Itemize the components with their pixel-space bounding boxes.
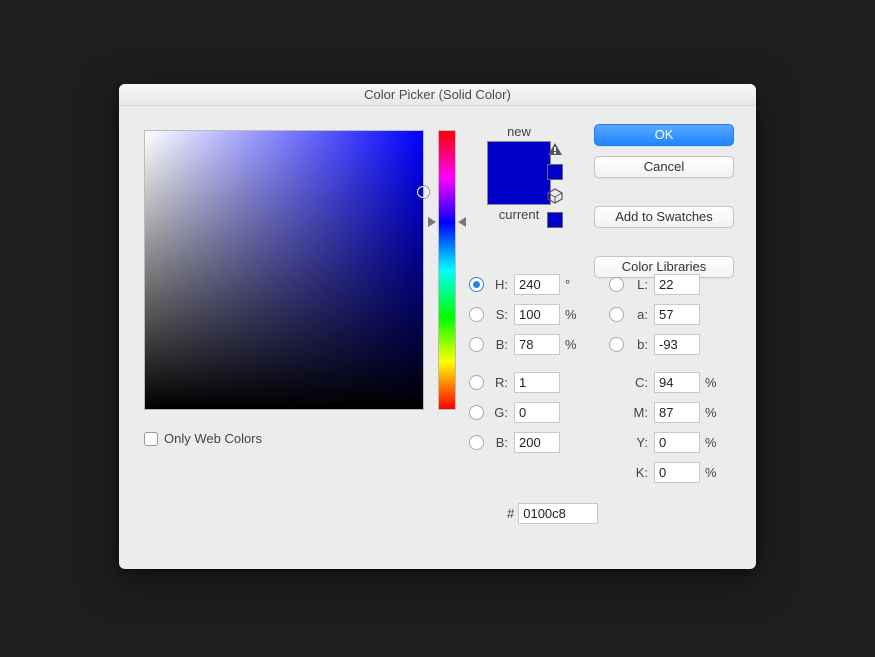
- label-y: Y:: [630, 435, 648, 450]
- unit-h: °: [565, 277, 579, 292]
- unit-b-hsb: %: [565, 337, 579, 352]
- input-h[interactable]: [514, 274, 560, 295]
- row-h: H: ° L:: [469, 269, 739, 299]
- warning-icons: [547, 142, 563, 228]
- hue-bar[interactable]: [438, 130, 456, 410]
- input-b-lab[interactable]: [654, 334, 700, 355]
- only-web-colors[interactable]: Only Web Colors: [144, 431, 262, 446]
- row-s: S: % a:: [469, 299, 739, 329]
- radio-b-hsb[interactable]: [469, 337, 484, 352]
- input-l[interactable]: [654, 274, 700, 295]
- label-b-hsb: B:: [490, 337, 508, 352]
- radio-g[interactable]: [469, 405, 484, 420]
- dialog-content: new current Only Web Colors OK Cancel: [119, 106, 756, 569]
- radio-l[interactable]: [609, 277, 624, 292]
- input-k[interactable]: [654, 462, 700, 483]
- cancel-button[interactable]: Cancel: [594, 156, 734, 178]
- input-s[interactable]: [514, 304, 560, 325]
- row-b-rgb: B: Y: %: [469, 427, 739, 457]
- only-web-colors-checkbox[interactable]: [144, 432, 158, 446]
- unit-s: %: [565, 307, 579, 322]
- input-b-hsb[interactable]: [514, 334, 560, 355]
- input-b-rgb[interactable]: [514, 432, 560, 453]
- ok-button[interactable]: OK: [594, 124, 734, 146]
- sb-cursor-icon[interactable]: [417, 186, 429, 198]
- swatch-new: [488, 142, 550, 173]
- row-r: R: C: %: [469, 367, 739, 397]
- label-l: L:: [630, 277, 648, 292]
- row-g: G: M: %: [469, 397, 739, 427]
- row-k: K: %: [469, 457, 739, 487]
- input-c[interactable]: [654, 372, 700, 393]
- radio-s[interactable]: [469, 307, 484, 322]
- label-a: a:: [630, 307, 648, 322]
- label-k: K:: [630, 465, 648, 480]
- color-picker-dialog: Color Picker (Solid Color) new current: [119, 84, 756, 569]
- new-label: new: [474, 124, 564, 139]
- radio-a[interactable]: [609, 307, 624, 322]
- label-s: S:: [490, 307, 508, 322]
- radio-r[interactable]: [469, 375, 484, 390]
- input-g[interactable]: [514, 402, 560, 423]
- label-g: G:: [490, 405, 508, 420]
- value-fields: H: ° L: S: % a:: [469, 269, 739, 487]
- unit-k: %: [705, 465, 719, 480]
- hue-slider[interactable]: [432, 130, 462, 410]
- hue-handle-right-icon[interactable]: [458, 217, 466, 227]
- label-b-rgb: B:: [490, 435, 508, 450]
- unit-y: %: [705, 435, 719, 450]
- input-hex[interactable]: [518, 503, 598, 524]
- row-b: B: % b:: [469, 329, 739, 359]
- websafe-swatch[interactable]: [547, 212, 563, 228]
- label-b-lab: b:: [630, 337, 648, 352]
- hex-prefix: #: [507, 506, 514, 521]
- gamut-swatch[interactable]: [547, 164, 563, 180]
- unit-c: %: [705, 375, 719, 390]
- label-c: C:: [630, 375, 648, 390]
- button-column: OK Cancel Add to Swatches Color Librarie…: [594, 124, 734, 278]
- hue-handle-left-icon[interactable]: [428, 217, 436, 227]
- row-hex: #: [507, 503, 598, 524]
- input-a[interactable]: [654, 304, 700, 325]
- saturation-brightness-field[interactable]: [144, 130, 424, 410]
- radio-h[interactable]: [469, 277, 484, 292]
- unit-m: %: [705, 405, 719, 420]
- label-m: M:: [630, 405, 648, 420]
- label-r: R:: [490, 375, 508, 390]
- input-r[interactable]: [514, 372, 560, 393]
- dialog-title: Color Picker (Solid Color): [119, 84, 756, 106]
- websafe-warning-icon[interactable]: [547, 188, 563, 204]
- only-web-colors-label: Only Web Colors: [164, 431, 262, 446]
- add-to-swatches-button[interactable]: Add to Swatches: [594, 206, 734, 228]
- input-y[interactable]: [654, 432, 700, 453]
- input-m[interactable]: [654, 402, 700, 423]
- preview-swatch: [487, 141, 551, 205]
- swatch-current[interactable]: [488, 173, 550, 204]
- label-h: H:: [490, 277, 508, 292]
- radio-b-rgb[interactable]: [469, 435, 484, 450]
- gamut-warning-icon[interactable]: [547, 142, 563, 156]
- radio-b-lab[interactable]: [609, 337, 624, 352]
